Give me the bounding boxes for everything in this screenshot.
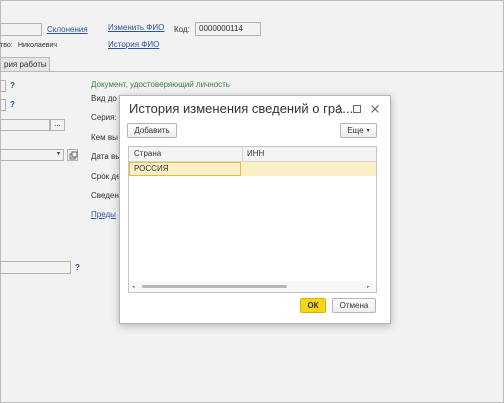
maximize-icon[interactable] [351, 103, 363, 115]
close-icon[interactable] [369, 103, 381, 115]
column-header-inn[interactable]: ИНН [243, 147, 373, 161]
cell-country[interactable]: РОССИЯ [129, 162, 241, 176]
more-button[interactable]: Еще ▾ [340, 123, 377, 138]
history-table: Страна ИНН РОССИЯ ◂ ▸ [128, 146, 377, 293]
chevron-down-icon: ▾ [366, 128, 370, 134]
ok-button[interactable]: ОК [300, 298, 326, 313]
scroll-left-icon[interactable]: ◂ [132, 284, 135, 290]
table-row[interactable]: РОССИЯ [129, 162, 376, 176]
table-header: Страна ИНН [129, 147, 376, 162]
citizenship-history-dialog: История изменения сведений о гра... Доба… [119, 95, 391, 324]
more-button-label: Еще [347, 126, 364, 135]
add-button[interactable]: Добавить [127, 123, 177, 138]
more-vertical-icon[interactable] [333, 103, 345, 115]
column-header-country[interactable]: Страна [129, 147, 243, 161]
scroll-right-icon[interactable]: ▸ [367, 284, 370, 290]
cancel-button[interactable]: Отмена [332, 298, 376, 313]
horizontal-scrollbar[interactable]: ◂ ▸ [129, 281, 376, 292]
scrollbar-thumb[interactable] [142, 285, 287, 288]
dialog-title: История изменения сведений о гра... [129, 101, 354, 116]
cell-inn[interactable] [243, 162, 377, 176]
